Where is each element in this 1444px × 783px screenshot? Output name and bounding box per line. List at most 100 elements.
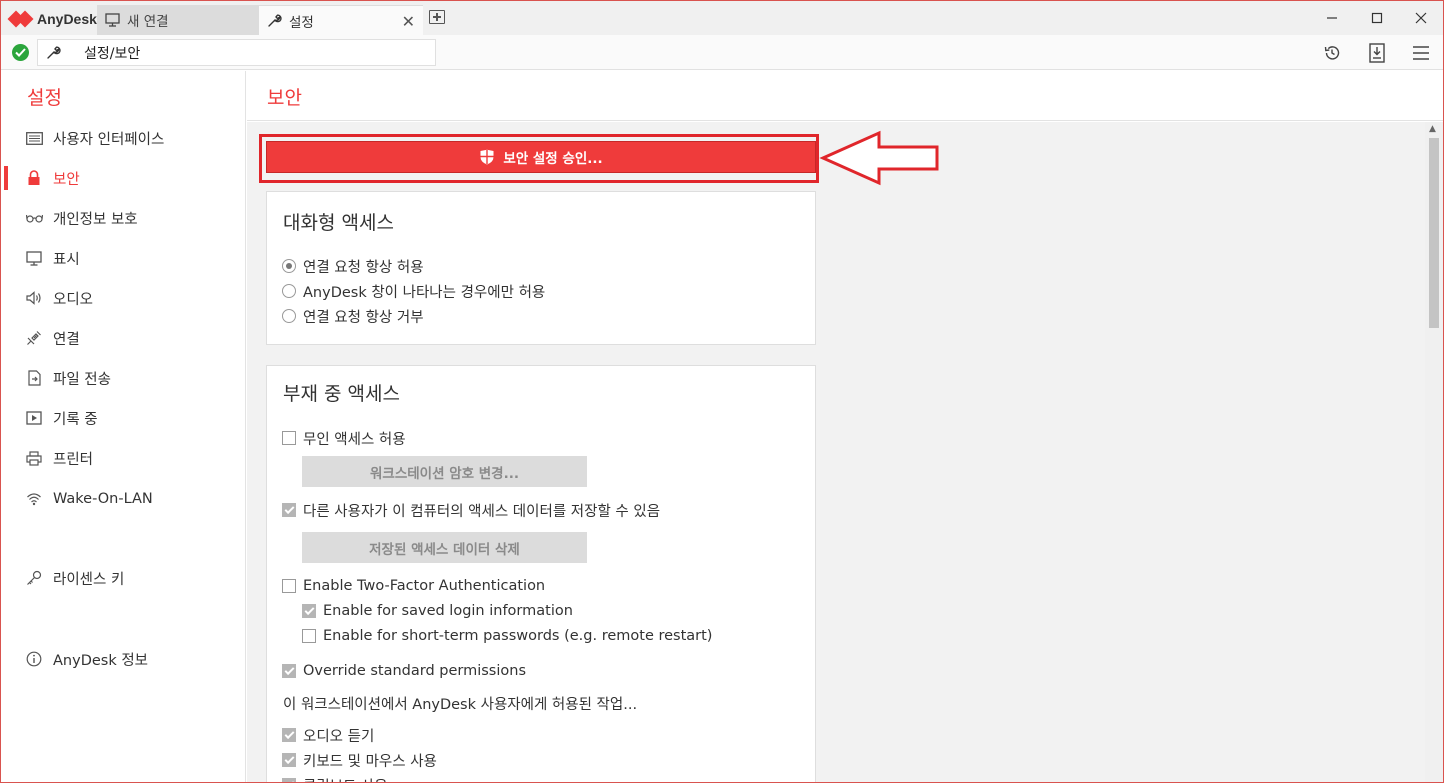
checkbox[interactable]	[282, 503, 296, 517]
checkbox-two-factor-saved-login[interactable]: Enable for saved login information	[302, 601, 573, 621]
sidebar-title: 설정	[27, 87, 62, 109]
close-tab-icon[interactable]: ✕	[402, 12, 415, 31]
sidebar-item-wake-on-lan[interactable]: Wake-On-LAN	[1, 482, 245, 516]
checkbox-label: 키보드 및 마우스 사용	[303, 753, 437, 770]
checkbox-override-permissions[interactable]: Override standard permissions	[282, 661, 526, 681]
maximize-icon[interactable]	[1366, 7, 1388, 29]
checkbox[interactable]	[282, 778, 296, 782]
sidebar-item-about[interactable]: AnyDesk 정보	[1, 642, 245, 676]
sidebar-item-label: 사용자 인터페이스	[53, 131, 165, 148]
minimize-icon[interactable]	[1321, 7, 1343, 29]
checkbox-label: Override standard permissions	[303, 663, 527, 679]
change-workstation-password-button[interactable]: 워크스테이션 암호 변경...	[302, 456, 587, 487]
wrench-icon	[46, 44, 64, 62]
wifi-icon	[25, 490, 43, 508]
vertical-scrollbar[interactable]: ▲	[1425, 122, 1443, 782]
interactive-access-title: 대화형 액세스	[283, 212, 394, 234]
tab-label: 새 연결	[127, 14, 169, 30]
monitor-icon	[25, 249, 43, 267]
sidebar-item-display[interactable]: 표시	[1, 241, 245, 275]
checkbox-save-access-data[interactable]: 다른 사용자가 이 컴퓨터의 액세스 데이터를 저장할 수 있음	[282, 500, 660, 520]
wrench-icon	[265, 12, 283, 30]
sidebar-item-label: 보안	[53, 171, 80, 188]
checkbox-label: Enable for saved login information	[323, 603, 573, 619]
sidebar-item-connection[interactable]: 연결	[1, 321, 245, 355]
sidebar-item-label: 파일 전송	[53, 371, 111, 388]
sidebar-item-recording[interactable]: 기록 중	[1, 401, 245, 435]
checkbox[interactable]	[302, 604, 316, 618]
download-icon[interactable]	[1366, 42, 1388, 64]
checkbox[interactable]	[302, 629, 316, 643]
delete-saved-access-data-button[interactable]: 저장된 액세스 데이터 삭제	[302, 532, 587, 563]
sidebar-item-label: Wake-On-LAN	[53, 491, 153, 507]
app-brand: AnyDesk	[7, 9, 97, 29]
radio-always-allow[interactable]: 연결 요청 항상 허용	[282, 256, 424, 276]
checkbox[interactable]	[282, 579, 296, 593]
checkbox-permission-clipboard[interactable]: 클립보드 사용	[282, 775, 388, 783]
sidebar-item-privacy[interactable]: 개인정보 보호	[1, 201, 245, 235]
tab-settings[interactable]: 설정 ✕	[259, 5, 423, 35]
sidebar-item-user-interface[interactable]: 사용자 인터페이스	[1, 121, 245, 155]
tab-label: 설정	[289, 14, 314, 31]
info-icon	[25, 650, 43, 668]
shield-icon	[479, 149, 495, 165]
radio-allow-when-window-shown[interactable]: AnyDesk 창이 나타나는 경우에만 허용	[282, 281, 545, 301]
radio-button[interactable]	[282, 284, 296, 298]
history-icon[interactable]	[1321, 42, 1343, 64]
anydesk-logo-icon	[7, 10, 34, 28]
sidebar-item-label: AnyDesk 정보	[53, 652, 149, 669]
approve-security-settings-button[interactable]: 보안 설정 승인...	[266, 141, 816, 173]
monitor-icon	[103, 11, 121, 29]
checkbox-allow-unattended[interactable]: 무인 액세스 허용	[282, 428, 406, 448]
radio-label: 연결 요청 항상 허용	[303, 259, 424, 276]
menu-icon[interactable]	[1410, 42, 1432, 64]
glasses-icon	[25, 209, 43, 227]
checkbox-label: 클립보드 사용	[303, 775, 388, 783]
checkbox-label: 다른 사용자가 이 컴퓨터의 액세스 데이터를 저장할 수 있음	[303, 503, 661, 520]
checkbox[interactable]	[282, 753, 296, 767]
checkbox[interactable]	[282, 664, 296, 678]
checkbox-two-factor[interactable]: Enable Two-Factor Authentication	[282, 576, 545, 596]
checkbox-permission-audio[interactable]: 오디오 듣기	[282, 725, 374, 745]
tab-new-connection[interactable]: 새 연결	[97, 5, 259, 35]
checkbox-label: Enable for short-term passwords (e.g. re…	[323, 628, 713, 644]
sidebar-item-license-key[interactable]: 라이센스 키	[1, 561, 245, 595]
close-window-icon[interactable]	[1410, 7, 1432, 29]
speaker-icon	[25, 289, 43, 307]
checkbox-label: 무인 액세스 허용	[303, 431, 406, 448]
new-tab-icon[interactable]	[429, 10, 445, 24]
radio-button[interactable]	[282, 309, 296, 323]
sidebar-item-audio[interactable]: 오디오	[1, 281, 245, 315]
title-bar: AnyDesk 새 연결 설정 ✕	[1, 1, 1443, 35]
sidebar-item-printer[interactable]: 프린터	[1, 441, 245, 475]
status-ok-icon	[12, 44, 29, 61]
connection-icon	[25, 329, 43, 347]
sidebar-item-label: 오디오	[53, 291, 94, 308]
checkbox[interactable]	[282, 431, 296, 445]
sidebar-item-security[interactable]: 보안	[1, 161, 245, 195]
address-input[interactable]: 설정/보안	[37, 39, 436, 66]
sidebar-item-label: 표시	[53, 251, 80, 268]
sidebar-item-file-transfer[interactable]: 파일 전송	[1, 361, 245, 395]
sidebar-item-label: 연결	[53, 331, 80, 348]
unattended-access-card: 부재 중 액세스 무인 액세스 허용 워크스테이션 암호 변경... 다른 사용…	[266, 365, 816, 783]
address-text: 설정/보안	[84, 45, 141, 62]
app-window: AnyDesk 새 연결 설정 ✕ 설정/보안 설정 사용자 인터페이스 보안 …	[0, 0, 1444, 783]
printer-icon	[25, 449, 43, 467]
address-bar: 설정/보안	[1, 35, 1443, 70]
checkbox[interactable]	[282, 728, 296, 742]
radio-always-deny[interactable]: 연결 요청 항상 거부	[282, 306, 424, 326]
checkbox-two-factor-short-term[interactable]: Enable for short-term passwords (e.g. re…	[302, 626, 712, 646]
settings-sidebar: 설정 사용자 인터페이스 보안 개인정보 보호 표시 오디오 연결 파일 전송 …	[1, 71, 246, 782]
annotation-arrow-icon	[819, 130, 939, 186]
unattended-access-title: 부재 중 액세스	[283, 383, 400, 405]
radio-label: AnyDesk 창이 나타나는 경우에만 허용	[303, 284, 546, 301]
radio-label: 연결 요청 항상 거부	[303, 309, 424, 326]
radio-button[interactable]	[282, 259, 296, 273]
scroll-up-icon[interactable]: ▲	[1429, 124, 1436, 134]
recording-icon	[25, 409, 43, 427]
checkbox-label: 오디오 듣기	[303, 728, 375, 745]
scrollbar-thumb[interactable]	[1429, 138, 1439, 328]
checkbox-permission-keyboard-mouse[interactable]: 키보드 및 마우스 사용	[282, 750, 437, 770]
sidebar-item-label: 개인정보 보호	[53, 211, 138, 228]
